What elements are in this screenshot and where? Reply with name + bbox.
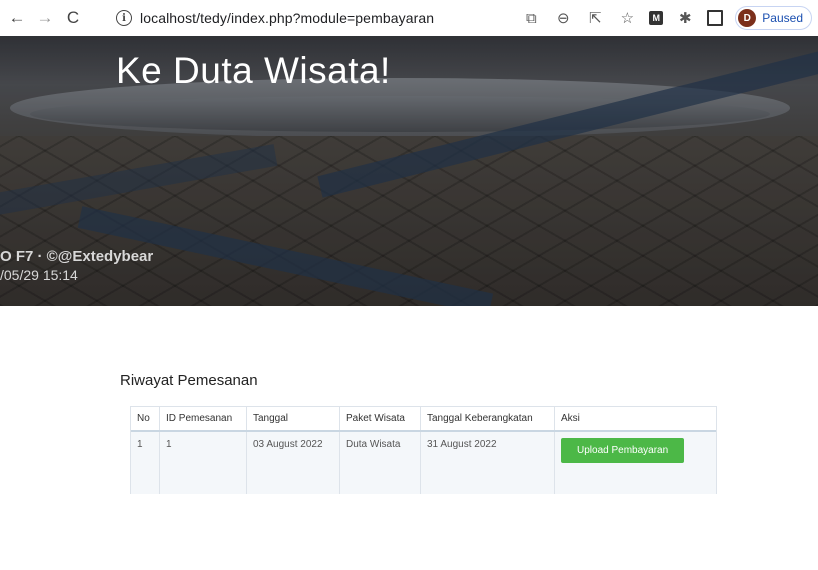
- cell-action: Upload Pembayaran: [554, 431, 716, 494]
- profile-button[interactable]: D Paused: [735, 6, 812, 30]
- cell-no: 1: [131, 431, 160, 494]
- hero-title: Ke Duta Wisata!: [116, 50, 391, 91]
- upload-payment-button[interactable]: Upload Pembayaran: [561, 438, 685, 463]
- table-header-row: No ID Pemesanan Tanggal Paket Wisata Tan…: [131, 407, 716, 432]
- avatar: D: [738, 9, 757, 27]
- reload-icon[interactable]: C: [62, 7, 84, 29]
- extension-m-icon[interactable]: M: [649, 11, 664, 25]
- column-header: No: [131, 407, 160, 432]
- site-info-icon[interactable]: i: [116, 10, 132, 26]
- photo-timestamp: /05/29 15:14: [0, 267, 78, 283]
- cell-paket: Duta Wisata: [339, 431, 421, 494]
- section-title: Riwayat Pemesanan: [120, 372, 258, 389]
- translate-icon[interactable]: ⧉: [521, 8, 541, 28]
- browser-toolbar: ← → C i localhost/tedy/index.php?module=…: [0, 0, 818, 37]
- cell-id: 1: [159, 431, 247, 494]
- column-header: Aksi: [554, 407, 716, 432]
- toolbar-actions: ⧉ ⊖ ⇱ ☆ M ✱ D Paused: [521, 6, 812, 30]
- photo-watermark: O F7 · ©@Extedybear: [0, 248, 154, 265]
- hero-banner: Ke Duta Wisata! O F7 · ©@Extedybear /05/…: [0, 36, 818, 306]
- column-header: Paket Wisata: [339, 407, 421, 432]
- bookmark-star-icon[interactable]: ☆: [617, 8, 637, 28]
- zoom-icon[interactable]: ⊖: [553, 8, 573, 28]
- history-table: No ID Pemesanan Tanggal Paket Wisata Tan…: [130, 406, 717, 494]
- cell-tanggal: 03 August 2022: [246, 431, 340, 494]
- profile-status: Paused: [762, 11, 803, 25]
- forward-icon[interactable]: →: [34, 7, 56, 29]
- extensions-puzzle-icon[interactable]: ✱: [675, 8, 695, 28]
- column-header: Tanggal Keberangkatan: [420, 407, 555, 432]
- hero-sign-letters: [300, 36, 700, 50]
- table-row: 1 1 03 August 2022 Duta Wisata 31 August…: [131, 431, 716, 494]
- side-panel-icon[interactable]: [707, 10, 724, 26]
- column-header: ID Pemesanan: [159, 407, 247, 432]
- cell-keberangkatan: 31 August 2022: [420, 431, 555, 494]
- back-icon[interactable]: ←: [6, 7, 28, 29]
- column-header: Tanggal: [246, 407, 340, 432]
- share-icon[interactable]: ⇱: [585, 8, 605, 28]
- url-text[interactable]: localhost/tedy/index.php?module=pembayar…: [140, 10, 434, 26]
